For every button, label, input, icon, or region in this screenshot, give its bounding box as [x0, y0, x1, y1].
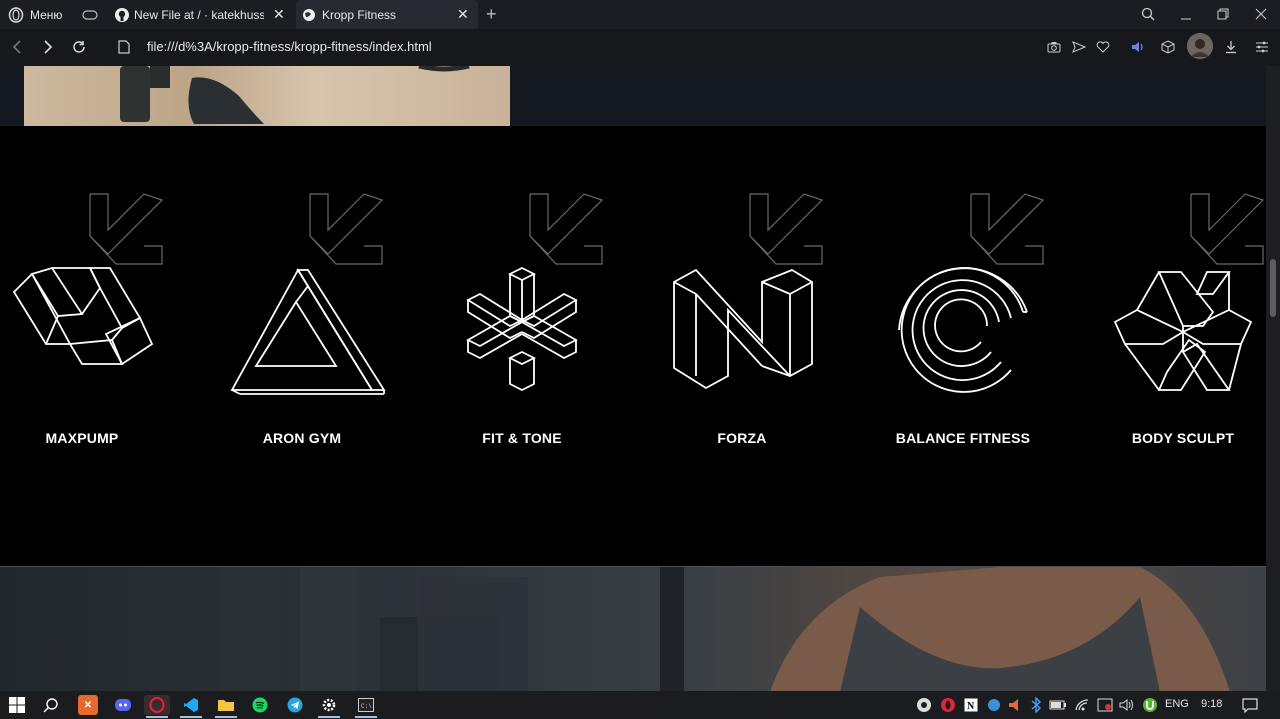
- brand-name: FIT & TONE: [482, 430, 562, 446]
- avatar-icon: [1187, 33, 1213, 59]
- web-page: MAXPUMP ARON GYM FIT & TONE FORZA BALANC…: [0, 66, 1266, 691]
- tab-title: Kropp Fitness: [322, 7, 397, 22]
- page-scrollbar[interactable]: [1266, 66, 1280, 691]
- brand-name: FORZA: [717, 430, 767, 446]
- brand-name: BODY SCULPT: [1131, 430, 1235, 446]
- notifications-icon[interactable]: [1240, 695, 1260, 715]
- opera-logo-icon: [8, 6, 24, 23]
- address-url[interactable]: file:///d%3A/kropp-fitness/kropp-fitness…: [147, 39, 432, 54]
- restore-icon[interactable]: [1215, 6, 1231, 22]
- close-tab-icon[interactable]: ✕: [457, 6, 469, 23]
- opera-menu-button[interactable]: Меню: [8, 0, 62, 29]
- brand-card-aron-gym[interactable]: ARON GYM: [192, 126, 412, 566]
- minimize-icon[interactable]: [1178, 6, 1194, 22]
- new-tab-button[interactable]: +: [486, 0, 497, 29]
- brand-name: MAXPUMP: [45, 430, 119, 446]
- send-icon[interactable]: [1071, 39, 1087, 55]
- volume-icon[interactable]: [1117, 695, 1137, 715]
- scrollbar-thumb[interactable]: [1270, 259, 1276, 317]
- spotify-icon[interactable]: [250, 695, 270, 715]
- running-app-indicator: [180, 716, 202, 718]
- wifi-icon[interactable]: [1072, 695, 1092, 715]
- tri-knot-icon: [12, 193, 164, 366]
- tab-kropp-fitness[interactable]: Kropp Fitness ✕: [296, 0, 478, 29]
- partner-brands-section: MAXPUMP ARON GYM FIT & TONE FORZA BALANC…: [0, 126, 1266, 566]
- brand-card-fit-and-tone[interactable]: FIT & TONE: [412, 126, 632, 566]
- snapshot-icon[interactable]: [1046, 39, 1062, 55]
- brand-card-maxpump[interactable]: MAXPUMP: [0, 126, 192, 566]
- battery-icon[interactable]: [1048, 695, 1068, 715]
- search-tabs-icon[interactable]: [1140, 6, 1156, 22]
- reload-icon[interactable]: [71, 39, 87, 55]
- xampp-icon[interactable]: ✕: [78, 695, 98, 715]
- address-toolbar: file:///d%3A/kropp-fitness/kropp-fitness…: [0, 29, 1280, 67]
- gamepad-icon: [82, 9, 98, 20]
- terminal-icon[interactable]: C:\: [356, 695, 376, 715]
- opera-taskbar-icon[interactable]: [144, 695, 170, 715]
- running-app-indicator: [318, 716, 340, 718]
- heart-icon[interactable]: [1095, 39, 1111, 55]
- language-indicator[interactable]: ENG: [1165, 698, 1189, 710]
- close-tab-icon[interactable]: ✕: [273, 6, 285, 23]
- n-block-icon: [673, 193, 824, 390]
- windows-start-icon[interactable]: [7, 695, 27, 715]
- trainer-photo: [0, 566, 1266, 691]
- download-icon[interactable]: [1223, 39, 1239, 55]
- brand-name: ARON GYM: [262, 430, 342, 446]
- tray-app-icon[interactable]: [914, 695, 934, 715]
- running-app-indicator: [355, 716, 377, 718]
- windows-taskbar: ✕ C:\ N ENG 9:18: [0, 691, 1280, 719]
- browser-tab-bar: Меню New File at / · katekhuss/kr ✕ Krop…: [0, 0, 1280, 29]
- star-cube-icon: [1113, 193, 1265, 391]
- easy-setup-icon[interactable]: [1254, 39, 1270, 55]
- running-app-indicator: [215, 716, 237, 718]
- github-icon: [115, 7, 129, 22]
- utorrent-icon[interactable]: [1140, 695, 1160, 715]
- close-window-icon[interactable]: [1253, 6, 1269, 22]
- tray-opera-icon[interactable]: [938, 695, 958, 715]
- page-info-icon[interactable]: [116, 39, 132, 55]
- svg-text:N: N: [967, 701, 975, 712]
- tab-title: New File at / · katekhuss/kr: [134, 7, 264, 22]
- clock-time[interactable]: 9:18: [1201, 698, 1222, 710]
- brand-card-forza[interactable]: FORZA: [632, 126, 852, 566]
- svg-text:C:\: C:\: [361, 703, 372, 710]
- discord-icon[interactable]: [113, 695, 133, 715]
- telegram-icon[interactable]: [285, 695, 305, 715]
- tray-sound-app-icon[interactable]: [1004, 695, 1024, 715]
- settings-gear-icon[interactable]: [319, 695, 339, 715]
- concentric-c-icon: [898, 193, 1045, 393]
- asterisk-cube-icon: [466, 193, 604, 392]
- tray-cloud-icon[interactable]: [984, 695, 1004, 715]
- brand-name: BALANCE FITNESS: [895, 430, 1031, 446]
- back-icon[interactable]: [9, 39, 25, 55]
- brand-card-body-sculpt[interactable]: BODY SCULPT: [1073, 126, 1266, 566]
- audio-playing-icon[interactable]: [1131, 39, 1147, 55]
- profile-avatar[interactable]: [1187, 33, 1213, 59]
- menu-label: Меню: [30, 7, 63, 22]
- about-section: [0, 66, 1266, 126]
- bluetooth-icon[interactable]: [1026, 695, 1046, 715]
- brand-card-balance-fitness[interactable]: BALANCE FITNESS: [853, 126, 1073, 566]
- forward-icon[interactable]: [40, 39, 56, 55]
- workout-photo: [24, 66, 510, 126]
- penrose-triangle-icon: [230, 193, 386, 395]
- screen-capture-icon[interactable]: [1095, 695, 1115, 715]
- search-icon[interactable]: [41, 695, 61, 715]
- tab-workspaces-icon[interactable]: [82, 0, 98, 29]
- vscode-icon[interactable]: [181, 695, 201, 715]
- notion-icon[interactable]: N: [961, 695, 981, 715]
- extensions-cube-icon[interactable]: [1160, 39, 1176, 55]
- file-explorer-icon[interactable]: [216, 695, 236, 715]
- active-app-indicator: [146, 716, 168, 718]
- globe-icon: [303, 8, 315, 21]
- tab-github[interactable]: New File at / · katekhuss/kr ✕: [108, 0, 294, 29]
